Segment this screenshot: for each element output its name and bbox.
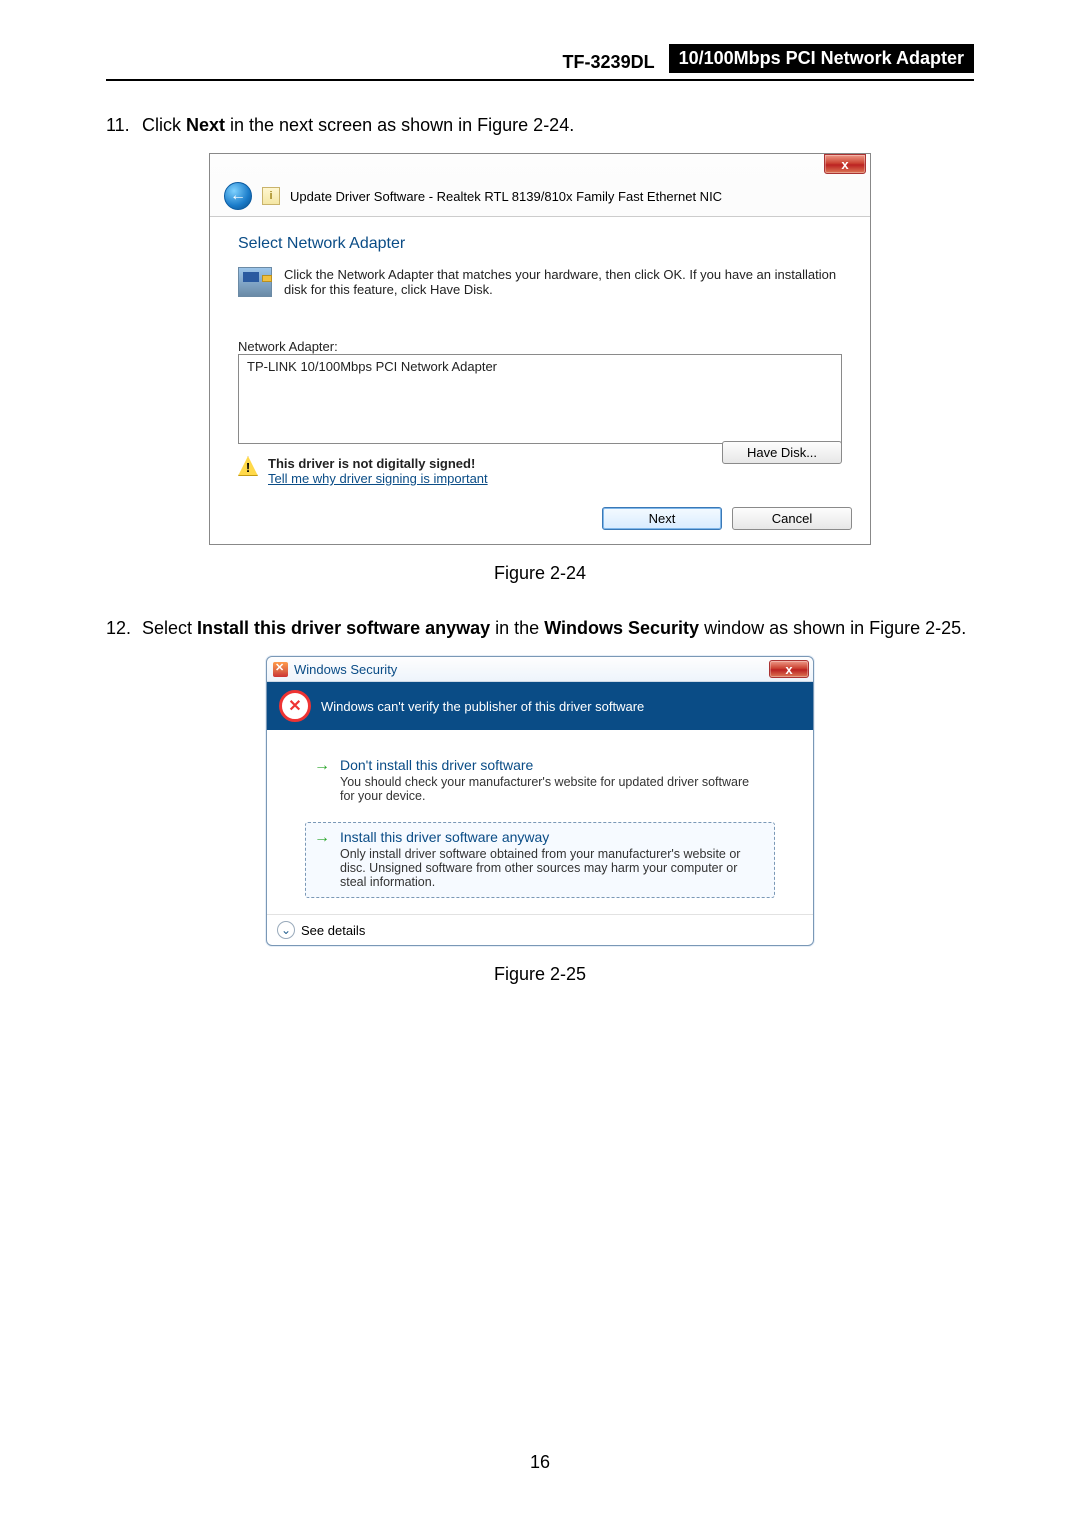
dialog-body: Select Network Adapter Click the Network…	[210, 216, 870, 544]
close-button[interactable]: x	[824, 154, 866, 174]
dialog-title: Windows Security	[294, 662, 397, 677]
not-signed-text: This driver is not digitally signed!	[268, 456, 475, 471]
page-number: 16	[0, 1452, 1080, 1473]
step-text: Click Next in the next screen as shown i…	[142, 107, 974, 143]
have-disk-button[interactable]: Have Disk...	[722, 441, 842, 464]
close-icon: x	[841, 157, 848, 172]
choice-dont-install[interactable]: → Don't install this driver software You…	[305, 750, 775, 812]
next-button[interactable]: Next	[602, 507, 722, 530]
windows-security-dialog: Windows Security x ✕ Windows can't verif…	[266, 656, 814, 946]
step-11: 11. Click Next in the next screen as sho…	[106, 107, 974, 143]
warning-icon: !	[238, 456, 258, 476]
dialog-titlebar: x	[210, 154, 870, 180]
dialog-titlebar: Windows Security x	[267, 657, 813, 682]
dialog-breadcrumb: ← i Update Driver Software - Realtek RTL…	[210, 180, 870, 216]
choice-subtext: You should check your manufacturer's web…	[340, 775, 766, 803]
see-details-link[interactable]: See details	[301, 923, 365, 938]
header-product-badge: 10/100Mbps PCI Network Adapter	[669, 44, 974, 73]
dialog-instruction-text: Click the Network Adapter that matches y…	[284, 267, 842, 297]
driver-mini-icon: i	[262, 187, 280, 205]
back-arrow-icon: ←	[230, 187, 246, 205]
alert-text: Windows can't verify the publisher of th…	[321, 699, 644, 714]
security-shield-icon	[273, 662, 288, 677]
choices: → Don't install this driver software You…	[267, 730, 813, 914]
network-adapter-listbox[interactable]: TP-LINK 10/100Mbps PCI Network Adapter	[238, 354, 842, 444]
close-button[interactable]: x	[769, 660, 809, 678]
list-item[interactable]: TP-LINK 10/100Mbps PCI Network Adapter	[239, 355, 841, 378]
step-number: 11.	[106, 107, 142, 143]
page-header: TF-3239DL 10/100Mbps PCI Network Adapter	[106, 44, 974, 81]
close-icon: x	[785, 662, 792, 677]
choice-subtext: Only install driver software obtained fr…	[340, 847, 766, 889]
list-label: Network Adapter:	[238, 339, 842, 354]
step-number: 12.	[106, 610, 142, 646]
chevron-down-icon[interactable]: ⌄	[277, 921, 295, 939]
step-12: 12. Select Install this driver software …	[106, 610, 974, 646]
cancel-button[interactable]: Cancel	[732, 507, 852, 530]
dialog-footer: Next Cancel	[602, 507, 852, 530]
arrow-right-icon: →	[314, 829, 330, 847]
back-button[interactable]: ←	[224, 182, 252, 210]
dialog-title: Update Driver Software - Realtek RTL 813…	[290, 189, 722, 204]
network-adapter-icon	[238, 267, 272, 297]
choice-install-anyway[interactable]: → Install this driver software anyway On…	[305, 822, 775, 898]
choice-title: Install this driver software anyway	[340, 829, 766, 845]
figure-caption-1: Figure 2-24	[106, 563, 974, 584]
driver-signing-link[interactable]: Tell me why driver signing is important	[268, 471, 488, 486]
error-circle-icon: ✕	[279, 690, 311, 722]
alert-banner: ✕ Windows can't verify the publisher of …	[267, 682, 813, 730]
update-driver-dialog: x ← i Update Driver Software - Realtek R…	[209, 153, 871, 545]
figure-caption-2: Figure 2-25	[106, 964, 974, 985]
dialog-footer: ⌄ See details	[267, 914, 813, 945]
dialog-instruction-row: Click the Network Adapter that matches y…	[238, 267, 842, 297]
choice-title: Don't install this driver software	[340, 757, 766, 773]
dialog-heading: Select Network Adapter	[238, 235, 842, 253]
header-model: TF-3239DL	[563, 52, 655, 73]
arrow-right-icon: →	[314, 757, 330, 775]
step-text: Select Install this driver software anyw…	[142, 610, 974, 646]
